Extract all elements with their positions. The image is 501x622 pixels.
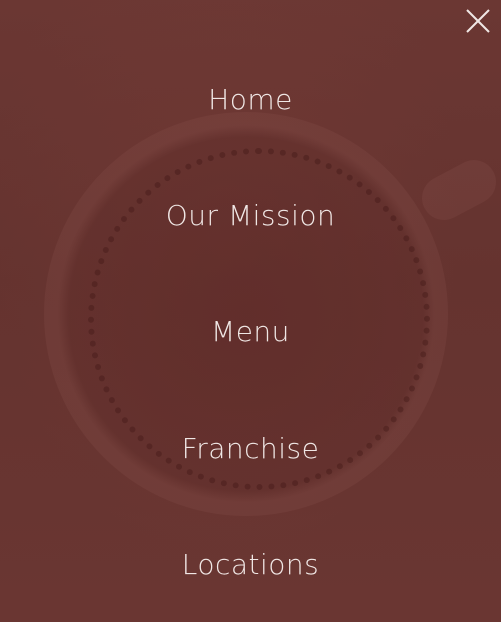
nav-link-menu[interactable]: Menu <box>0 314 501 350</box>
main-navigation: Home Our Mission Menu Franchise Location… <box>0 0 501 622</box>
nav-link-our-mission[interactable]: Our Mission <box>0 198 501 234</box>
nav-link-locations[interactable]: Locations <box>0 547 501 583</box>
navigation-overlay: Home Our Mission Menu Franchise Location… <box>0 0 501 622</box>
nav-link-home[interactable]: Home <box>0 82 501 118</box>
nav-link-franchise[interactable]: Franchise <box>0 431 501 467</box>
